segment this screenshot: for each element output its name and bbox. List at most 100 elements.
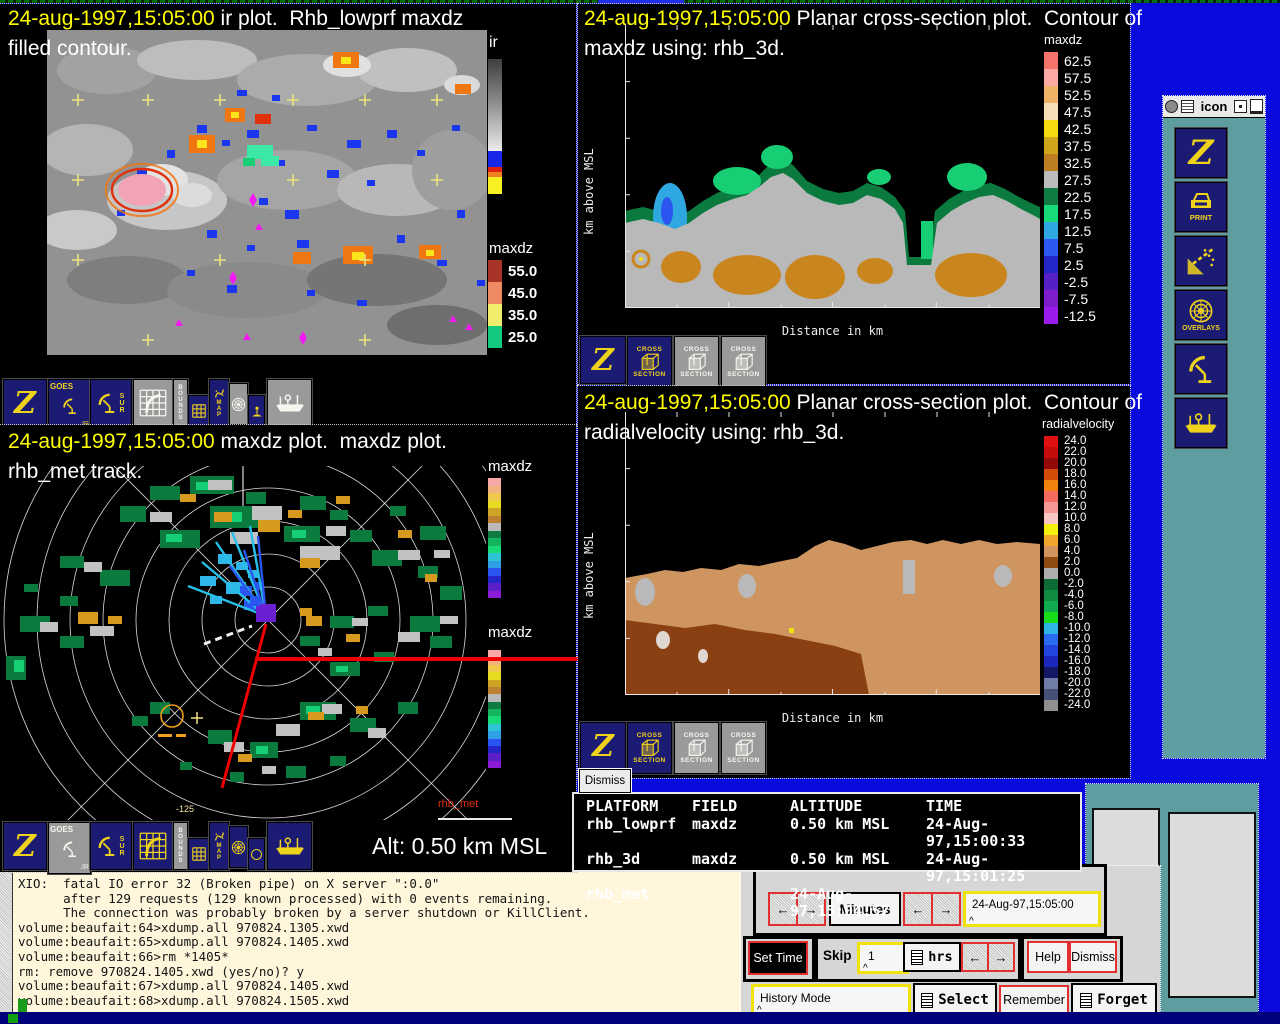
window-xsection-maxdz: 24-aug-1997,15:05:00 Planar cross-sectio… [577, 3, 1142, 388]
goes-ir-button[interactable]: GOES .IR [48, 822, 91, 874]
zeb-button[interactable]: Z [1175, 128, 1227, 178]
zeb-button[interactable]: Z [3, 822, 47, 870]
radar-dish-icon [98, 836, 115, 856]
goes-dish-icon [62, 841, 77, 857]
zeb-logo-icon: Z [592, 728, 614, 764]
ir-plot-title: 24-aug-1997,15:05:00 ir plot. Rhb_lowprf… [8, 7, 464, 30]
cross-section-button-3[interactable]: CROSS SECTION [721, 722, 766, 774]
ppi-track-line [438, 818, 512, 820]
zeb-logo-icon: Z [14, 385, 36, 421]
skip-units-button[interactable]: hrs [903, 942, 961, 972]
window-iconify-icon[interactable] [1234, 100, 1247, 113]
buoy-button[interactable] [248, 395, 265, 427]
window-ir-plot: 24-aug-1997,15:05:00 ir plot. Rhb_lowprf… [0, 3, 577, 431]
xs-dismiss-button[interactable]: Dismiss [578, 768, 632, 794]
xs1-timestamp: 24-aug-1997,15:05:00 [584, 7, 791, 30]
terminal-scrollbar[interactable] [0, 858, 13, 1014]
skip-label: Skip [823, 948, 852, 963]
window-xsection-radialvelocity: 24-aug-1997,15:05:00 Planar cross-sectio… [577, 385, 1142, 779]
bounds-button[interactable]: BOUNDS [173, 822, 188, 870]
cube-icon [641, 353, 659, 370]
desktop-corner-indicator [8, 1014, 18, 1023]
radar-grid-button[interactable] [133, 379, 173, 427]
cross-section-button-1[interactable]: CROSS SECTION [627, 336, 672, 388]
map-button[interactable]: MAP [209, 379, 229, 427]
ir-y-axis [6, 86, 40, 351]
ir-x-axis [42, 356, 472, 374]
overlays-button[interactable]: OVERLAYS [1175, 290, 1227, 340]
xs2-colorbar-label: radialvelocity [1042, 417, 1115, 431]
skip-right-button[interactable]: → [987, 942, 1015, 972]
ir-plot-title-line2: filled contour. [8, 37, 132, 60]
xs1-title-line2: maxdz using: rhb_3d. [584, 37, 785, 60]
cross-section-button-3[interactable]: CROSS SECTION [721, 336, 766, 388]
cube-icon [688, 353, 706, 370]
radar-grid-button[interactable] [133, 822, 173, 870]
radar-grid-icon [139, 832, 167, 860]
dialog-dismiss-button[interactable]: Dismiss [1069, 941, 1117, 973]
zeb-button[interactable]: Z [580, 336, 626, 384]
zeb-logo-icon: Z [14, 828, 36, 864]
terminal-line: The connection was probably broken by a … [18, 905, 590, 921]
print-button[interactable]: PRINT [1175, 182, 1227, 232]
surface-radar-button[interactable]: SUR [90, 822, 132, 870]
ship-icon [1184, 413, 1218, 434]
radar-grid-icon [139, 389, 167, 417]
menu-icon [921, 992, 934, 1008]
arrow-right-icon: → [994, 949, 1008, 965]
help-button[interactable]: Help [1027, 941, 1069, 973]
rings-button[interactable] [229, 383, 248, 425]
cross-section-button-2[interactable]: CROSS SECTION [674, 722, 719, 774]
menu-icon [911, 949, 924, 965]
col-field: FIELD [692, 797, 738, 815]
terminal-line: rm: remove 970824.1405.xwd (yes/no)? y [18, 963, 304, 979]
xs1-colorbar-label: maxdz [1044, 32, 1083, 47]
satellite-scan-icon [1186, 247, 1216, 276]
terminal-output: XIO: fatal IO error 32 (Broken pipe) on … [18, 876, 590, 1008]
remember-button[interactable]: Remember [999, 985, 1069, 1015]
terminal-line: volume:beaufait:65>xdump.all 970824.1405… [18, 934, 350, 950]
cross-section-button-1[interactable]: CROSS SECTION [627, 722, 672, 774]
ir-maxdz-colorbar-label: maxdz [489, 240, 534, 257]
zeb-button[interactable]: Z [580, 722, 626, 770]
set-time-button[interactable]: Set Time [748, 941, 808, 975]
grid-button[interactable] [188, 838, 209, 870]
xs2-timestamp: 24-aug-1997,15:05:00 [584, 391, 791, 414]
window-menu-icon[interactable] [1165, 100, 1178, 113]
ship-button[interactable] [1175, 398, 1227, 448]
circle-button[interactable] [248, 838, 265, 870]
window-list-icon[interactable] [1181, 100, 1194, 113]
ir-colorbar [488, 59, 502, 194]
window-zoom-icon[interactable] [1250, 99, 1263, 114]
ship-button[interactable] [267, 379, 312, 427]
table-body: rhb_lowprf maxdz 0.50 km MSL 24-Aug-97,1… [586, 815, 1080, 921]
rings-button[interactable] [229, 826, 248, 868]
skip-input[interactable]: 1 ^ [857, 942, 909, 974]
skip-left-button[interactable]: ← [961, 942, 989, 972]
ship-icon [274, 394, 305, 413]
zeb-logo-icon: Z [1188, 133, 1214, 173]
goes-ir-button[interactable]: GOES .IR [48, 379, 91, 431]
col-altitude: ALTITUDE [790, 797, 863, 815]
grid-icon [191, 847, 206, 861]
terminal-line: volume:beaufait:67>xdump.all 970824.1405… [18, 978, 350, 994]
desktop: { "colors": { "desktop": "#0A0ADF", "tea… [0, 0, 1280, 1024]
xs2-colorbar: 24.0 22.0 20.0 18.0 16.0 14.0 12.0 10.0 8.0 6.0 4.… [1044, 435, 1090, 711]
col-platform: PLATFORM [586, 797, 659, 815]
satellite-button[interactable] [1175, 236, 1227, 286]
grid-button[interactable] [188, 395, 209, 427]
zeb-button[interactable]: Z [3, 379, 47, 427]
map-icon [214, 388, 224, 399]
icon-panel-titlebar[interactable]: icon [1163, 96, 1265, 118]
bounds-button[interactable]: BOUNDS [173, 379, 188, 427]
table-header-row: PLATFORM FIELD ALTITUDE TIME [586, 797, 1080, 816]
radar-dish-icon [98, 393, 115, 413]
ship-button[interactable] [267, 822, 312, 870]
radar-dish-button[interactable] [1175, 344, 1227, 394]
altitude-readout: Alt: 0.50 km MSL [372, 833, 548, 859]
ppi-colorbar2 [488, 650, 501, 768]
map-button[interactable]: MAP [209, 822, 229, 870]
surface-radar-button[interactable]: SUR [90, 379, 132, 427]
cross-section-button-2[interactable]: CROSS SECTION [674, 336, 719, 388]
xs2-y-axis [600, 404, 622, 696]
